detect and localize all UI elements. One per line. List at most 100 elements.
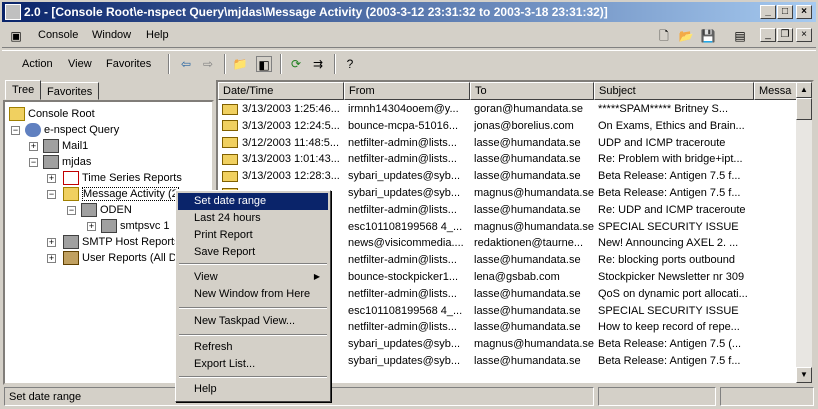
menu-separator <box>179 307 327 309</box>
envelope-icon <box>222 137 238 149</box>
toolbar-favorites[interactable]: Favorites <box>106 58 151 70</box>
collapse-icon[interactable]: − <box>67 206 76 215</box>
envelope-icon <box>222 153 238 165</box>
expand-icon[interactable]: + <box>47 254 56 263</box>
open-icon[interactable]: 📂 <box>678 28 694 44</box>
table-row[interactable]: 3/13/2003 1:25:46... irmnh14304ooem@y... g… <box>218 101 798 118</box>
chart-icon <box>63 171 79 186</box>
query-icon <box>25 123 41 138</box>
window-title: 2.0 - [Console Root\e-nspect Query\mjdas… <box>24 5 608 19</box>
forward-icon[interactable]: ⇨ <box>200 56 216 72</box>
scroll-down-button[interactable]: ▼ <box>796 367 812 383</box>
collapse-icon[interactable]: − <box>11 126 20 135</box>
menu-item-last-24-hours[interactable]: Last 24 hours <box>178 210 328 227</box>
expand-icon[interactable]: + <box>47 174 56 183</box>
tree-node-smtpsvc[interactable]: smtpsvc 1 <box>101 218 170 234</box>
column-header-to[interactable]: To <box>470 82 594 100</box>
tab-tree[interactable]: Tree <box>5 80 42 100</box>
cell-subject: Beta Release: Antigen 7.5 f... <box>598 187 741 199</box>
collapse-icon[interactable]: − <box>47 190 56 199</box>
cell-from: sybari_updates@syb... <box>348 170 461 183</box>
export-list-icon[interactable]: ⇉ <box>310 56 326 72</box>
minimize-button[interactable]: _ <box>760 5 776 19</box>
table-row[interactable]: 3/13/2003 12:24:5... bounce-mcpa-51016...… <box>218 118 798 135</box>
cell-from: sybari_updates@syb... <box>348 355 461 367</box>
vertical-scrollbar[interactable]: ▲ ▼ <box>796 82 812 383</box>
new-icon[interactable]: 🗋 <box>656 28 672 44</box>
scroll-up-button[interactable]: ▲ <box>796 82 812 98</box>
expand-icon[interactable]: + <box>29 142 38 151</box>
title-bar: 2.0 - [Console Root\e-nspect Query\mjdas… <box>2 2 816 22</box>
envelope-icon <box>222 103 238 115</box>
cell-to: magnus@humandata.se <box>474 338 594 351</box>
table-row[interactable]: 3/13/2003 1:01:43... netfilter-admin@list… <box>218 151 798 168</box>
menu-item-set-date-range[interactable]: Set date range <box>178 193 328 210</box>
cell-from: netfilter-admin@lists... <box>348 136 457 149</box>
cell-from: netfilter-admin@lists... <box>348 287 457 300</box>
cell-from: bounce-stockpicker1... <box>348 271 459 283</box>
menu-console[interactable]: Console <box>38 29 78 41</box>
cell-to: redaktionen@taurne... <box>474 237 584 250</box>
expand-icon[interactable]: + <box>47 238 56 247</box>
column-header-date[interactable]: Date/Time <box>218 82 344 100</box>
menu-item-new-window-from-here[interactable]: New Window from Here <box>178 286 328 303</box>
envelope-icon <box>222 170 238 182</box>
tree-node-mjdas[interactable]: mjdas <box>43 154 91 170</box>
menu-item-view[interactable]: View ▶ <box>178 269 328 286</box>
expand-icon[interactable]: + <box>87 222 96 231</box>
tree-node-e-nspect-query[interactable]: e-nspect Query <box>25 122 119 138</box>
tree-node-time-series-reports[interactable]: Time Series Reports <box>63 170 182 186</box>
column-header-message[interactable]: Messa <box>754 82 798 100</box>
close-button[interactable]: × <box>796 5 812 19</box>
cell-date: 3/13/2003 12:28:3... <box>222 170 344 182</box>
scroll-thumb[interactable] <box>796 98 812 120</box>
refresh-icon[interactable]: ⟳ <box>288 56 304 72</box>
collapse-icon[interactable]: − <box>29 158 38 167</box>
tree-node-oden[interactable]: ODEN <box>81 202 132 218</box>
cell-date: 3/12/2003 11:48:5... <box>222 137 344 149</box>
menu-item-refresh[interactable]: Refresh <box>178 339 328 356</box>
menu-item-print-report[interactable]: Print Report <box>178 227 328 244</box>
toolbar-view[interactable]: View <box>68 58 92 70</box>
child-minimize-button[interactable]: _ <box>760 28 776 42</box>
save-icon[interactable]: 💾 <box>700 28 716 44</box>
cell-from: esc101108199568 4_... <box>348 220 463 233</box>
service-icon <box>101 219 117 234</box>
host-icon <box>63 235 79 250</box>
menu-help[interactable]: Help <box>146 29 169 41</box>
tree-node-mail1[interactable]: Mail1 <box>43 138 88 154</box>
tree-node-console-root[interactable]: Console Root <box>9 106 95 122</box>
folder-open-icon <box>63 187 79 202</box>
table-row[interactable]: 3/13/2003 12:28:3... sybari_updates@syb..… <box>218 168 798 185</box>
menu-item-export-list[interactable]: Export List... <box>178 356 328 373</box>
help-icon[interactable]: ? <box>342 56 358 72</box>
tree-node-smtp-host-reports[interactable]: SMTP Host Reports <box>63 234 180 250</box>
cell-subject: SPECIAL SECURITY ISSUE <box>598 220 739 233</box>
toolbar-action[interactable]: Action <box>22 58 53 70</box>
column-header-from[interactable]: From <box>344 82 470 100</box>
menu-item-new-taskpad-view[interactable]: New Taskpad View... <box>178 313 328 330</box>
menu-item-save-report[interactable]: Save Report <box>178 244 328 261</box>
cell-to: goran@humandata.se <box>474 103 584 115</box>
up-folder-icon[interactable]: 📁 <box>232 56 248 72</box>
maximize-button[interactable]: □ <box>777 5 793 19</box>
cell-subject: *****SPAM***** Britney S... <box>598 103 729 115</box>
console-icon: ▣ <box>10 29 22 43</box>
column-header-subject[interactable]: Subject <box>594 82 754 100</box>
users-icon <box>63 251 79 266</box>
tree-node-message-activity[interactable]: Message Activity (2 <box>63 186 179 202</box>
back-icon[interactable]: ⇦ <box>178 56 194 72</box>
new-window-icon[interactable]: ▤ <box>732 28 748 44</box>
table-row[interactable]: 3/12/2003 11:48:5... netfilter-admin@list… <box>218 135 798 152</box>
cell-subject: Beta Release: Antigen 7.5 f... <box>598 355 741 367</box>
server-icon <box>43 139 59 154</box>
menu-item-help[interactable]: Help <box>178 381 328 398</box>
menu-window[interactable]: Window <box>92 29 131 41</box>
child-close-button[interactable]: × <box>796 28 812 42</box>
status-cell <box>720 387 814 406</box>
child-restore-button[interactable]: ❐ <box>777 28 793 42</box>
show-tree-icon[interactable]: ◧ <box>256 56 272 72</box>
toolbar-separator <box>224 54 226 74</box>
tab-favorites[interactable]: Favorites <box>40 82 100 100</box>
tree-node-user-reports[interactable]: User Reports (All D <box>63 250 177 266</box>
